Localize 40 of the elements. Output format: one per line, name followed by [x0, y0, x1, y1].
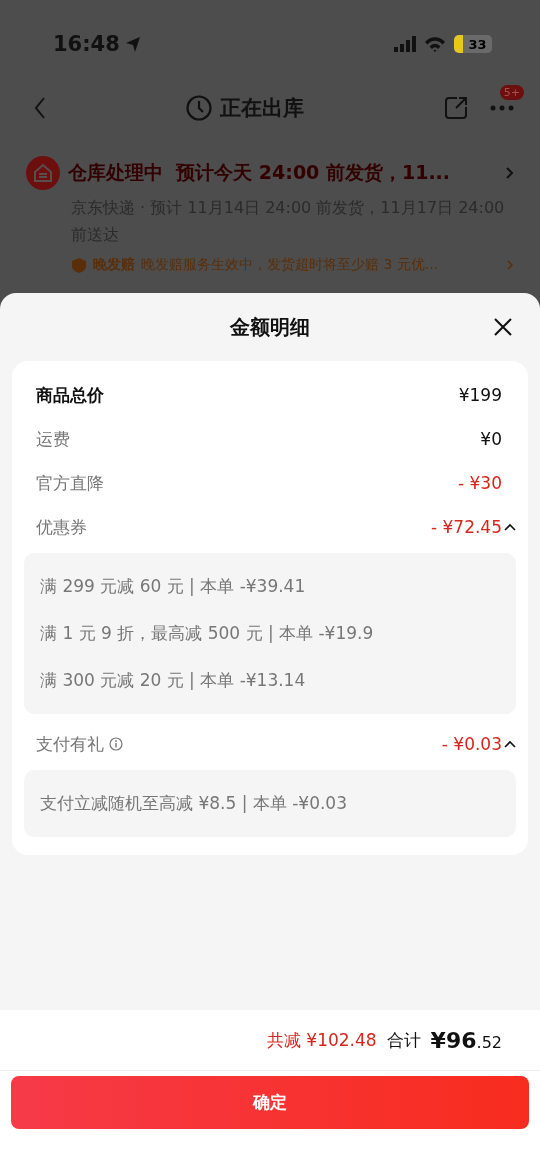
guarantee-label: 晚发赔: [93, 256, 135, 274]
row-amount: ¥199: [458, 385, 502, 405]
clock-time: 16:48: [53, 32, 120, 56]
row-label: 官方直降: [36, 471, 104, 495]
caret-up-icon[interactable]: [504, 522, 516, 532]
notification-badge: 5+: [499, 85, 524, 100]
info-icon[interactable]: [109, 737, 123, 751]
total-amount: ¥96.52: [430, 1027, 502, 1053]
wifi-icon: [424, 36, 446, 52]
discount-detail: 满 300 元减 20 元 | 本单 -¥13.14: [40, 669, 307, 692]
discount-detail: 满 1 元 9 折，最高减 500 元 | 本单 -¥19.9: [40, 622, 375, 645]
row-amount: - ¥30: [458, 473, 502, 493]
confirm-button[interactable]: 确定: [11, 1076, 529, 1129]
shield-icon: [71, 256, 87, 274]
battery-icon: 33: [454, 35, 492, 53]
close-icon[interactable]: [494, 318, 512, 336]
more-icon[interactable]: [490, 103, 514, 113]
row-label: 运费: [36, 427, 70, 451]
status-headline[interactable]: 仓库处理中 预计今天 24:00 前发货，11...: [68, 160, 497, 186]
row-amount: ¥0: [480, 429, 502, 449]
warehouse-icon: [26, 156, 60, 190]
savings-amount: 共减 ¥102.48: [266, 1028, 377, 1052]
chevron-right-icon[interactable]: [505, 166, 514, 180]
page-title: 正在出库: [220, 95, 304, 122]
discount-detail: 支付立减随机至高减 ¥8.5 | 本单 -¥0.03: [40, 792, 348, 815]
row-amount: - ¥0.03: [441, 734, 502, 754]
row-label: 优惠券: [36, 515, 87, 539]
share-icon[interactable]: [444, 96, 468, 120]
clock-icon: [186, 95, 212, 121]
row-label: 支付有礼: [36, 732, 104, 756]
signal-icon: [394, 36, 416, 52]
row-amount: - ¥72.45: [430, 517, 502, 537]
caret-up-icon[interactable]: [504, 739, 516, 749]
chevron-right-icon[interactable]: [507, 260, 514, 270]
row-label: 商品总价: [36, 383, 104, 407]
back-icon[interactable]: [34, 96, 46, 120]
total-label: 合计: [386, 1028, 421, 1052]
sheet-title: 金额明细: [230, 313, 310, 341]
discount-detail: 满 299 元减 60 元 | 本单 -¥39.41: [40, 575, 307, 598]
guarantee-text[interactable]: 晚发赔服务生效中，发货超时将至少赔 3 元优...: [141, 256, 501, 274]
